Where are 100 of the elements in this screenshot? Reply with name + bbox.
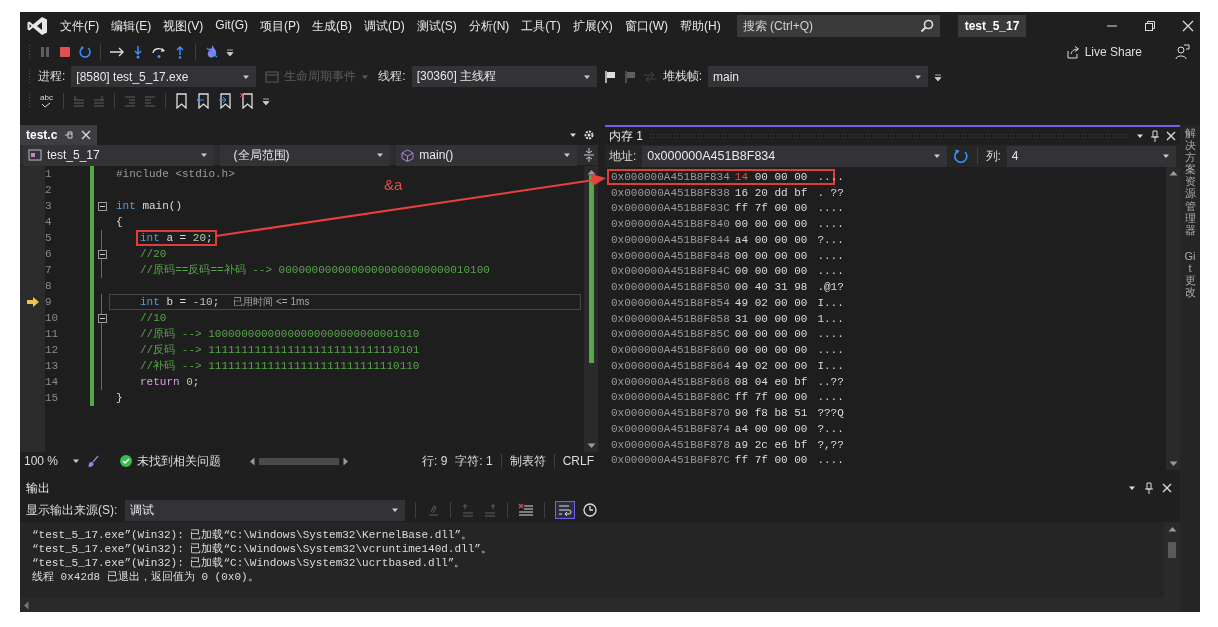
menu-item[interactable]: 视图(V) <box>163 17 204 35</box>
vertical-scrollbar[interactable] <box>584 166 598 452</box>
close-icon[interactable] <box>1166 131 1176 141</box>
caret-icon[interactable] <box>391 506 400 514</box>
up-arrow-icon[interactable] <box>1167 526 1177 532</box>
process-dropdown[interactable]: [8580] test_5_17.exe <box>71 66 257 87</box>
close-icon[interactable] <box>1182 20 1194 32</box>
scope-dropdown[interactable]: (全局范围) <box>219 144 391 166</box>
step-over-icon[interactable] <box>151 45 167 59</box>
stop-icon[interactable] <box>58 45 72 59</box>
toolbar-grip[interactable] <box>28 44 32 60</box>
file-tab[interactable]: test.c <box>20 125 98 145</box>
close-icon[interactable] <box>81 130 92 140</box>
scrollbar-thumb[interactable] <box>1168 542 1176 558</box>
clear-bookmarks-icon[interactable] <box>239 93 256 109</box>
right-arrow-icon[interactable] <box>109 45 125 59</box>
clock-icon[interactable] <box>583 503 598 517</box>
caret-icon[interactable] <box>569 131 577 139</box>
memory-byte: 00 <box>794 422 808 435</box>
close-icon[interactable] <box>1162 483 1172 493</box>
pin-icon[interactable] <box>1144 482 1154 494</box>
right-arrow-icon[interactable] <box>343 456 350 466</box>
columns-dropdown[interactable]: 4 <box>1006 145 1176 167</box>
caret-icon[interactable] <box>199 151 208 159</box>
collapse-icon[interactable] <box>97 201 107 211</box>
thread-dropdown[interactable]: [30360] 主线程 <box>411 66 597 87</box>
caret-icon[interactable] <box>72 457 81 465</box>
memory-byte: 00 <box>794 344 808 357</box>
side-tab[interactable]: 解决方案资源管理器 <box>1184 127 1196 236</box>
brush-icon[interactable] <box>88 455 101 467</box>
vertical-scrollbar[interactable] <box>1166 167 1180 470</box>
pause-icon[interactable] <box>38 45 52 59</box>
overflow-icon[interactable] <box>226 47 234 57</box>
memory-byte: 00 <box>734 218 749 231</box>
menu-item[interactable]: 窗口(W) <box>624 17 668 35</box>
menu-item[interactable]: 调试(D) <box>364 17 405 35</box>
line-ending[interactable]: CRLF <box>562 454 594 468</box>
previous-bookmark-icon[interactable] <box>195 93 212 109</box>
panel-title: 内存 1 <box>609 127 643 145</box>
flame-icon[interactable] <box>204 44 220 60</box>
output-source-dropdown[interactable]: 调试 <box>125 499 406 521</box>
vertical-scrollbar[interactable] <box>1164 522 1180 598</box>
spell-check-button[interactable]: abc <box>38 94 55 108</box>
live-share-button[interactable]: Live Share <box>1061 43 1146 61</box>
line-number: 8 <box>45 279 53 294</box>
feedback-person-icon[interactable] <box>1174 44 1190 60</box>
check-circle-icon <box>120 455 133 467</box>
address-field[interactable]: 0x000000A451B8F834 <box>642 145 947 167</box>
search-icon[interactable] <box>919 19 934 33</box>
menu-item[interactable]: 帮助(H) <box>680 17 721 35</box>
menu-item[interactable]: 工具(T) <box>521 17 561 35</box>
settings-icon[interactable] <box>583 129 595 141</box>
left-arrow-icon[interactable] <box>249 456 256 466</box>
overflow-icon[interactable] <box>934 71 943 82</box>
down-arrow-icon[interactable] <box>586 443 596 449</box>
menu-item[interactable]: 分析(N) <box>468 17 510 35</box>
caret-icon[interactable] <box>376 151 385 159</box>
search-field[interactable]: 搜索 (Ctrl+Q) <box>736 15 940 37</box>
caret-icon[interactable] <box>1162 152 1170 160</box>
project-dropdown[interactable]: test_5_17 <box>23 144 214 166</box>
caret-icon[interactable] <box>1128 484 1136 492</box>
line-number: 5 <box>45 231 53 246</box>
menu-item[interactable]: 生成(B) <box>312 17 352 35</box>
stack-frame-dropdown[interactable]: main <box>708 66 929 87</box>
side-tab[interactable]: Git 更改 <box>1184 249 1196 299</box>
caret-icon[interactable] <box>1136 132 1144 140</box>
pin-icon[interactable] <box>1150 130 1160 142</box>
zoom-dropdown[interactable]: 100 % <box>24 454 81 468</box>
memory-chars: I... <box>817 296 844 309</box>
down-arrow-icon[interactable] <box>1168 461 1178 467</box>
menu-item[interactable]: 文件(F) <box>60 17 100 35</box>
menu-item[interactable]: Git(G) <box>215 17 248 35</box>
memory-byte: 51 <box>794 407 808 420</box>
menu-item[interactable]: 项目(P) <box>260 17 300 35</box>
horizontal-scrollbar[interactable] <box>20 598 1180 612</box>
scrollbar-thumb[interactable] <box>259 457 340 465</box>
caret-icon[interactable] <box>932 152 941 160</box>
share-icon[interactable] <box>1065 45 1080 59</box>
toolbar-grip[interactable] <box>28 93 32 109</box>
restart-icon[interactable] <box>78 45 92 59</box>
flag-icon[interactable] <box>602 69 617 84</box>
clear-all-icon[interactable] <box>518 503 535 517</box>
up-arrow-icon[interactable] <box>586 169 596 175</box>
bookmark-icon[interactable] <box>173 93 190 109</box>
up-arrow-icon[interactable] <box>1168 170 1178 176</box>
pin-icon[interactable] <box>64 130 75 140</box>
menu-item[interactable]: 编辑(E) <box>111 17 152 35</box>
line-number: 11 <box>45 327 60 342</box>
restore-icon[interactable] <box>1144 20 1156 32</box>
left-arrow-icon[interactable] <box>23 600 29 610</box>
check-icon[interactable] <box>41 102 52 108</box>
menu-item[interactable]: 扩展(X) <box>572 17 613 35</box>
caret-icon[interactable] <box>563 151 571 159</box>
menu-item[interactable]: 测试(S) <box>416 17 457 35</box>
member-dropdown[interactable]: main() <box>396 144 577 166</box>
split-icon[interactable] <box>583 148 595 162</box>
overflow-icon[interactable] <box>261 96 270 106</box>
indent-mode[interactable]: 制表符 <box>509 452 546 470</box>
refresh-icon[interactable] <box>952 148 969 164</box>
next-bookmark-icon[interactable] <box>217 93 234 109</box>
